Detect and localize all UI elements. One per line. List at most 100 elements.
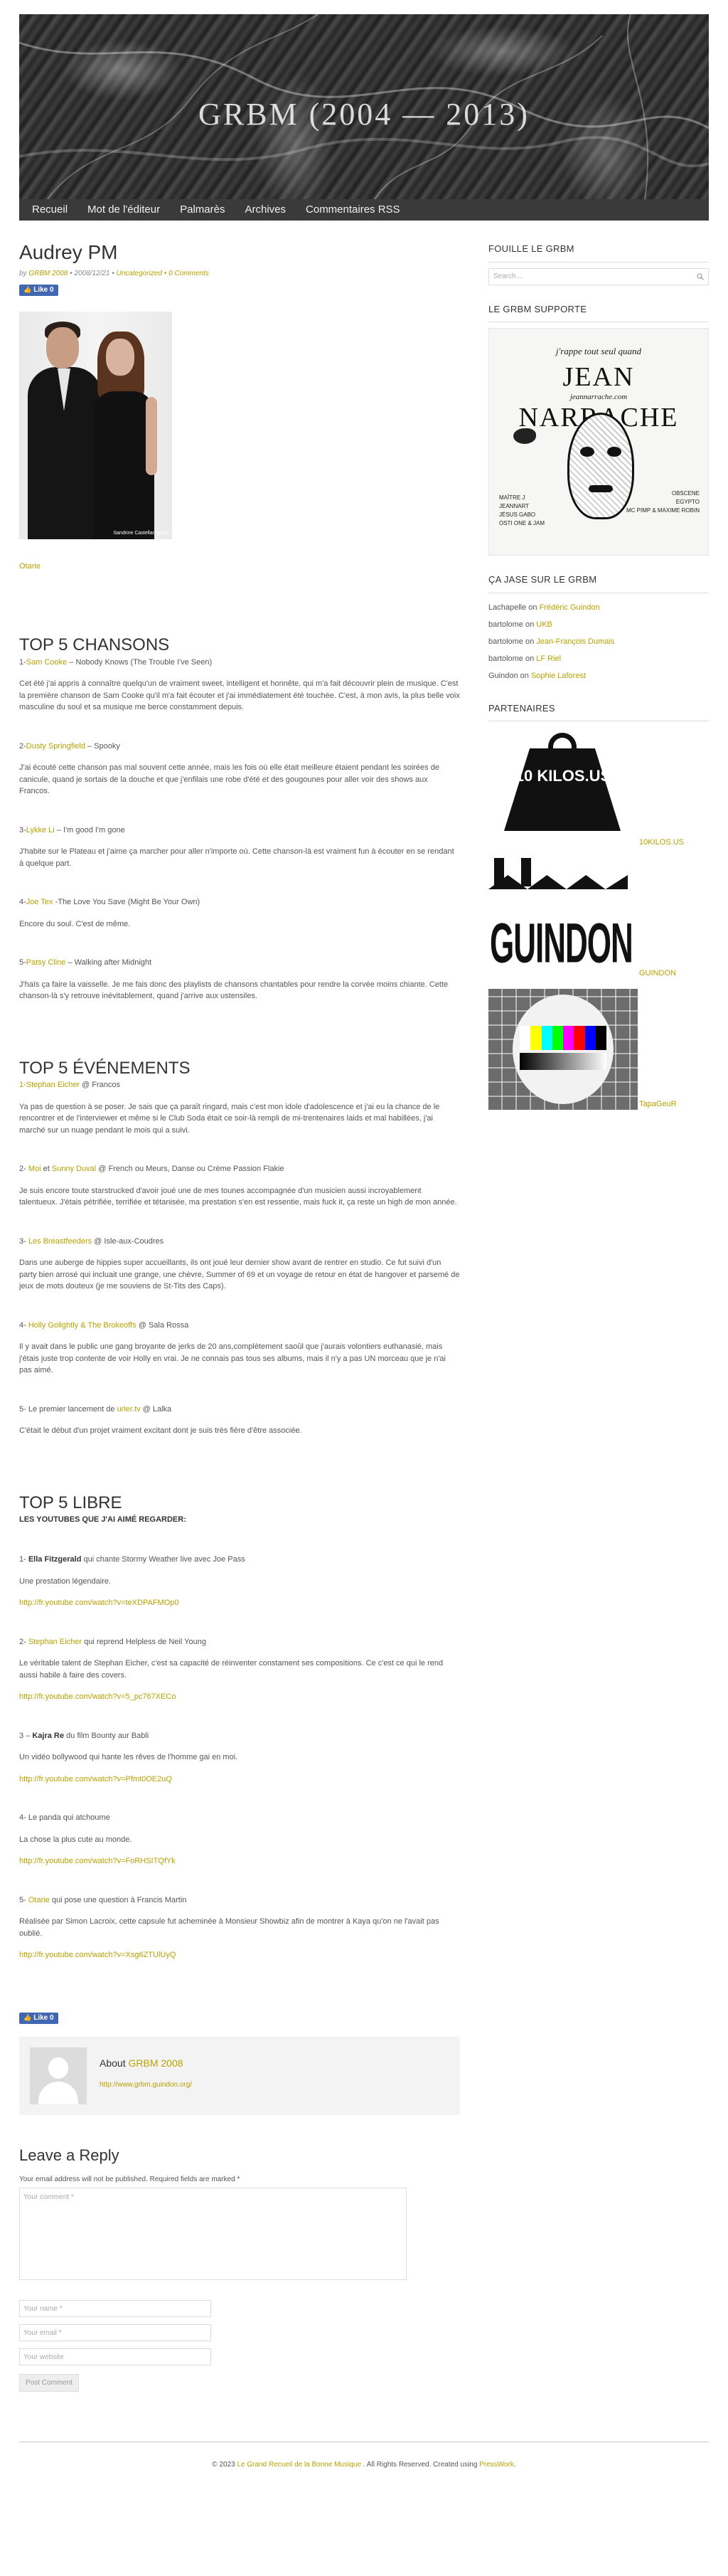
comment-on: on — [523, 637, 537, 646]
item-number: 1- — [19, 657, 26, 667]
item-description: Une prestation légendaire. — [19, 1576, 112, 1586]
item-title: 1- Ella Fitzgerald qui chante Stormy Wea… — [19, 1554, 460, 1566]
guindon-logo[interactable]: GUINDON — [488, 858, 638, 979]
author-url-link[interactable]: http://www.grbm.guindon.org/ — [100, 2081, 192, 2089]
youtube-link[interactable]: http://fr.youtube.com/watch?v=FoRHSITQfY… — [19, 1857, 176, 1865]
list-item: 5- Otarie qui pose une question à Franci… — [19, 1894, 460, 1961]
libre-subheading: LES YOUTUBES QUE J'AI AIMÉ REGARDER: — [19, 1515, 186, 1524]
thumbs-up-icon: 👍 — [23, 2014, 32, 2022]
comment-post-link[interactable]: LF Riel — [536, 654, 561, 663]
item-song: -The Love You Save (Might Be Your Own) — [53, 898, 200, 907]
post-comment-button[interactable]: Post Comment — [19, 2373, 80, 2392]
comment-post-link[interactable]: Jean-François Dumais — [536, 637, 614, 646]
jean-narrache-ad[interactable]: j'rappe tout seul quand JEAN NARRACHE je… — [488, 328, 709, 556]
website-field[interactable]: Your website — [19, 2348, 211, 2365]
ad-guest: OSTI ONE & JAM — [499, 520, 545, 526]
item-title: 5- Otarie qui pose une question à Franci… — [19, 1894, 460, 1907]
main-content: Audrey PM by GRBM 2008 • 2008/12/21 • Un… — [19, 241, 460, 2392]
comment-on: on — [523, 654, 537, 663]
item-description: Un vidéo bollywood qui hante les rêves d… — [19, 1753, 238, 1762]
comment-author: Lachapelle — [488, 603, 527, 612]
reply-note: Your email address will not be published… — [19, 2175, 240, 2183]
avatar-body — [38, 2081, 78, 2104]
meta-comments-link[interactable]: • 0 Comments — [164, 270, 209, 277]
section-heading-libre: TOP 5 LIBRE — [19, 1493, 122, 1512]
fb-like-label: Like 0 — [33, 2014, 54, 2023]
tag-link-otarie[interactable]: Otarie — [19, 562, 41, 571]
comment-author: bartolome — [488, 637, 523, 646]
search-icon[interactable] — [697, 272, 704, 280]
item-description: J'haïs ça faire la vaisselle. Je me fais… — [19, 980, 449, 1001]
item-title: 2-Dusty Springfield – Spooky — [19, 741, 460, 753]
list-item: 1- Ella Fitzgerald qui chante Stormy Wea… — [19, 1554, 460, 1609]
youtube-link[interactable]: http://fr.youtube.com/watch?v=teXDPAFMOp… — [19, 1599, 179, 1607]
comment-post-link[interactable]: Sophie Laforest — [531, 672, 586, 680]
footer-presswork-link[interactable]: PressWork — [479, 2461, 514, 2469]
facebook-like-button[interactable]: 👍 Like 0 — [19, 284, 58, 296]
event-link[interactable]: Moi — [28, 1165, 41, 1173]
item-detail: du film Bounty aur Babli — [64, 1731, 149, 1740]
youtube-link-row: http://fr.youtube.com/watch?v=Xsg6ZTUlUy… — [19, 1949, 460, 1961]
comment-post-link[interactable]: Frédéric Guindon — [540, 603, 600, 612]
site-title[interactable]: GRBM (2004 — 2013) — [19, 91, 709, 138]
footer-site-link[interactable]: Le Grand Recueil de la Bonne Musique — [237, 2461, 361, 2469]
artist-link[interactable]: Joe Tex — [26, 898, 53, 906]
tv-test-card-logo[interactable] — [488, 989, 638, 1110]
artist-link[interactable]: Dusty Springfield — [26, 742, 85, 751]
nav-palmares[interactable]: Palmarès — [170, 199, 235, 221]
name-field[interactable]: Your name * — [19, 2299, 211, 2317]
support-widget-heading: LE GRBM SUPPORTE — [488, 302, 709, 322]
nav-recueil[interactable]: Recueil — [22, 199, 77, 221]
facebook-like-button-bottom[interactable]: 👍 Like 0 — [19, 2012, 58, 2024]
artist-link[interactable]: Patsy Cline — [26, 958, 66, 967]
artist-link[interactable]: Lykke Li — [26, 826, 55, 834]
author-name-link[interactable]: GRBM 2008 — [128, 2057, 183, 2069]
section-heading-evenements: TOP 5 ÉVÉNEMENTS — [19, 1058, 191, 1078]
name-link[interactable]: Stephan Eicher — [28, 1638, 82, 1646]
nav-commentaires-rss[interactable]: Commentaires RSS — [296, 199, 410, 221]
comment-textarea[interactable]: Your comment * — [19, 2187, 407, 2280]
comment-post-link[interactable]: UKB — [536, 620, 552, 629]
event-link[interactable]: Holly Golightly & The Brokeoffs — [28, 1321, 136, 1330]
name-link[interactable]: Otarie — [28, 1896, 50, 1904]
event-link[interactable]: Sunny Duval — [52, 1165, 96, 1173]
item-song: – I'm good I'm gone — [54, 825, 125, 834]
header-banner[interactable]: GRBM (2004 — 2013) — [19, 14, 709, 199]
author-box: About GRBM 2008 http://www.grbm.guindon.… — [19, 2036, 460, 2115]
partner-link-tapageur[interactable]: TapaGeuR — [639, 1098, 677, 1111]
avatar-head — [48, 2057, 68, 2079]
item-number: 4- — [19, 898, 26, 907]
nav-mot-editeur[interactable]: Mot de l'éditeur — [77, 199, 170, 221]
author-info: About GRBM 2008 http://www.grbm.guindon.… — [100, 2056, 192, 2104]
youtube-link[interactable]: http://fr.youtube.com/watch?v=5_pc767XEC… — [19, 1692, 176, 1701]
youtube-link[interactable]: http://fr.youtube.com/watch?v=Xsg6ZTUlUy… — [19, 1951, 176, 1959]
event-link[interactable]: Les Breastfeeders — [28, 1237, 92, 1246]
avatar — [30, 2047, 87, 2104]
meta-category-link[interactable]: Uncategorized — [117, 270, 162, 277]
item-description: Encore du soul. C'est de même. — [19, 919, 131, 928]
search-input[interactable]: Search... — [488, 267, 709, 285]
item-title: 1-Stephan Eicher @ Francos — [19, 1079, 460, 1091]
nav-archives[interactable]: Archives — [235, 199, 296, 221]
event-link[interactable]: urler.tv — [117, 1405, 141, 1414]
item-description: Cet été j'ai appris à connaître quelqu'u… — [19, 679, 460, 712]
main-nav: Recueil Mot de l'éditeur Palmarès Archiv… — [19, 199, 709, 221]
youtube-link-row: http://fr.youtube.com/watch?v=Pfmt0OE2uQ — [19, 1774, 460, 1786]
ad-guests-left: MAÎTRE J JEANNART JÉSUS GABO OSTI ONE & … — [499, 494, 545, 528]
post-title: Audrey PM — [19, 241, 118, 263]
factory-roof-icon — [488, 875, 628, 889]
meta-author-link[interactable]: GRBM 2008 — [28, 270, 68, 277]
youtube-link[interactable]: http://fr.youtube.com/watch?v=Pfmt0OE2uQ — [19, 1775, 172, 1783]
artist-link[interactable]: Sam Cooke — [26, 658, 67, 667]
item-song: – Nobody Knows (The Trouble I've Seen) — [67, 657, 213, 667]
recent-comments-widget: ÇA JASE SUR LE GRBM Lachapelle on Frédér… — [488, 573, 709, 684]
email-field[interactable]: Your email * — [19, 2323, 211, 2341]
bird-icon — [513, 428, 536, 444]
event-link[interactable]: 1-Stephan Eicher — [19, 1081, 80, 1089]
partner-link-10kilos[interactable]: 10KILOS.US — [639, 837, 684, 849]
partner-link-guindon[interactable]: GUINDON — [639, 968, 676, 980]
10kilos-logo[interactable]: 10 KILOS.US — [488, 727, 638, 848]
partners-widget: PARTENAIRES 10 KILOS.US 10KILOS.US GUIND… — [488, 701, 709, 1111]
list-item: 3 – Kajra Re du film Bounty aur Babli Un … — [19, 1730, 460, 1786]
list-item: 2- Moi et Sunny Duval @ French ou Meurs,… — [19, 1163, 460, 1209]
